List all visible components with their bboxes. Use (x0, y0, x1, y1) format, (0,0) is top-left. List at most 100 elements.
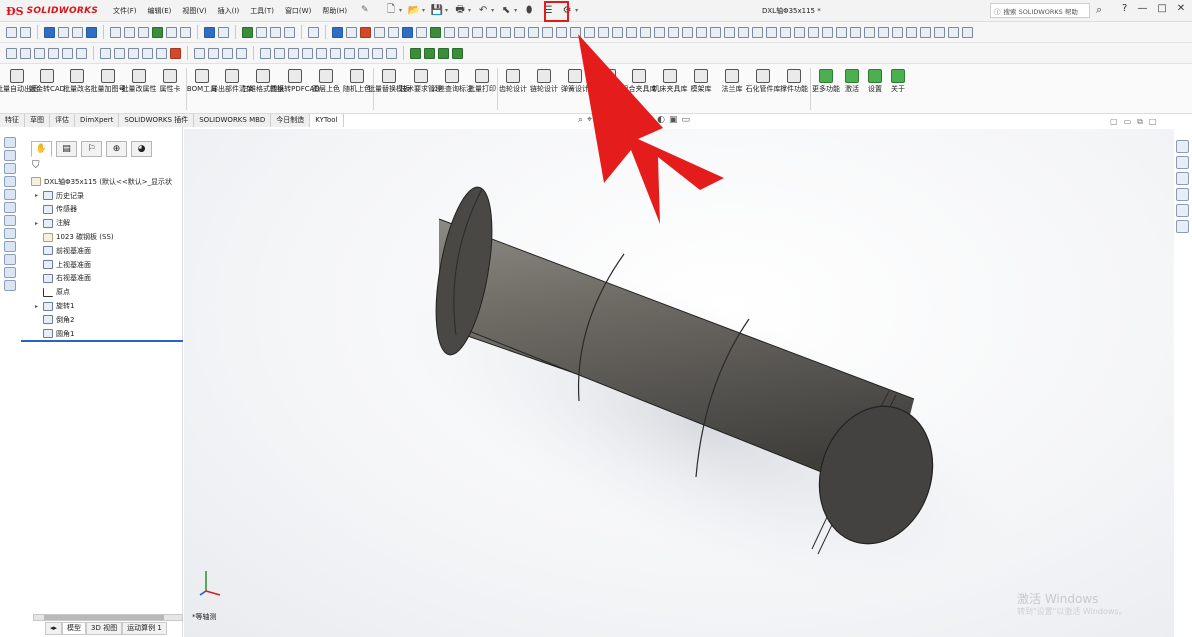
tab-today-manufacturing[interactable]: 今日制造 (271, 114, 311, 127)
rollback-bar[interactable] (21, 340, 183, 342)
ribbon-button-6[interactable]: 属性卡 (155, 69, 185, 94)
edit-icon[interactable] (48, 47, 59, 59)
appearance-icon[interactable] (86, 26, 97, 38)
kytool-icon-10[interactable] (458, 26, 469, 38)
kytool-icon-45[interactable] (948, 26, 959, 38)
standard-part-icon[interactable] (302, 47, 313, 59)
tree-item[interactable]: 前视基准面 (31, 244, 181, 258)
options-dropdown-icon[interactable]: ▾ (575, 7, 578, 14)
extrude-icon[interactable] (124, 26, 135, 38)
kytool-icon-2[interactable] (346, 26, 357, 38)
file-explorer-icon[interactable] (1176, 172, 1189, 185)
tab-dimxpert[interactable]: DimXpert (75, 114, 120, 127)
ribbon-button-19[interactable]: 弹簧设计 (560, 69, 590, 94)
menu-help[interactable]: 帮助(H) (322, 6, 347, 16)
mold-icon[interactable] (344, 47, 355, 59)
bom-icon[interactable] (100, 47, 111, 59)
kytool-icon-27[interactable] (696, 26, 707, 38)
kytool-icon-36[interactable] (822, 26, 833, 38)
kytool-icon-1[interactable] (332, 26, 343, 38)
display-style-icon[interactable]: ◩ (633, 115, 642, 125)
tab-motion-study[interactable]: 运动算例 1 (122, 622, 167, 635)
ribbon-button-24[interactable]: 法兰库 (717, 69, 747, 94)
ribbon-button-25[interactable]: 石化管件库 (746, 69, 781, 94)
copy-icon[interactable] (6, 47, 17, 59)
ribbon-button-23[interactable]: 模架库 (686, 69, 716, 94)
fillet-icon[interactable] (180, 26, 191, 38)
menu-file[interactable]: 文件(F) (113, 6, 137, 16)
ribbon-button-3[interactable]: 批量改名 (62, 69, 92, 94)
save-icon[interactable]: 💾 (430, 3, 444, 17)
kytool-icon-22[interactable] (626, 26, 637, 38)
view-settings-icon[interactable]: ▭ (681, 115, 690, 125)
kytool-icon-32[interactable] (766, 26, 777, 38)
menu-tools[interactable]: 工具(T) (250, 6, 274, 16)
ribbon-button-2[interactable]: 钣金转CAD (29, 69, 65, 94)
tab-evaluate[interactable]: 评估 (50, 114, 75, 127)
restore-button[interactable]: □ (1157, 3, 1166, 14)
ribbon-button-22[interactable]: 机床夹具库 (653, 69, 688, 94)
tolerance-icon[interactable] (222, 47, 233, 59)
tree-item[interactable]: 右视基准面 (31, 272, 181, 286)
kytool-icon-37[interactable] (836, 26, 847, 38)
requirement-icon[interactable] (208, 47, 219, 59)
kytool-icon-41[interactable] (892, 26, 903, 38)
ribbon-button-11[interactable]: 图层上色 (311, 69, 341, 94)
kytool-icon-23[interactable] (640, 26, 651, 38)
tab-kytool[interactable]: KYTool (310, 114, 344, 127)
tab-3d-view[interactable]: 3D 视图 (86, 622, 123, 635)
kytool-icon-46[interactable] (962, 26, 973, 38)
ribbon-button-4[interactable]: 批量加图号 (91, 69, 126, 94)
kytool-icon-35[interactable] (808, 26, 819, 38)
kytool-icon-43[interactable] (920, 26, 931, 38)
save-dropdown-icon[interactable]: ▾ (445, 7, 448, 14)
graphics-viewport[interactable] (184, 129, 1174, 637)
display-style-icon[interactable] (72, 26, 83, 38)
rebuild-icon[interactable]: ⬮ (522, 3, 536, 17)
viewport-dash-icon[interactable]: ▭ (1124, 117, 1132, 127)
design-library-icon[interactable] (1176, 156, 1189, 169)
model-icon[interactable] (4, 254, 16, 265)
print-icon[interactable]: 🖶 (453, 3, 467, 17)
kytool-icon-33[interactable] (780, 26, 791, 38)
tree-item[interactable]: ▸ 旋转1 (31, 299, 181, 313)
ribbon-button-21[interactable]: 组合夹具库 (622, 69, 657, 94)
kytool-icon-28[interactable] (710, 26, 721, 38)
expand-icon[interactable]: ▸ (35, 220, 43, 227)
property-icon[interactable] (76, 47, 87, 59)
kytool-icon-38[interactable] (850, 26, 861, 38)
feature-tool-icon[interactable] (110, 26, 121, 38)
section-view-icon[interactable] (58, 26, 69, 38)
tree-item[interactable]: 传感器 (31, 203, 181, 217)
new-dropdown-icon[interactable]: ▾ (399, 7, 402, 14)
undo-dropdown-icon[interactable]: ▾ (491, 7, 494, 14)
tab-model[interactable]: 模型 (62, 622, 87, 635)
kytool-icon-8[interactable] (430, 26, 441, 38)
kytool-icon-39[interactable] (864, 26, 875, 38)
kytool-icon-12[interactable] (486, 26, 497, 38)
tab-sketch[interactable]: 草图 (25, 114, 50, 127)
pattern-icon[interactable] (166, 26, 177, 38)
scrollbar-thumb[interactable] (44, 615, 164, 620)
machine-fixture-icon[interactable] (330, 47, 341, 59)
menu-window[interactable]: 窗口(W) (285, 6, 311, 16)
configuration-manager-tab[interactable]: ⚐ (81, 141, 102, 157)
template-icon[interactable] (194, 47, 205, 59)
rename-icon[interactable] (62, 47, 73, 59)
kytool-icon-7[interactable] (416, 26, 427, 38)
print-dropdown-icon[interactable]: ▾ (468, 7, 471, 14)
dimxpert-manager-tab[interactable]: ⊕ (106, 141, 127, 157)
tree-item[interactable]: 原点 (31, 285, 181, 299)
notes-icon[interactable] (308, 26, 319, 38)
drawing-icon[interactable] (256, 26, 267, 38)
custom-properties-icon[interactable] (1176, 220, 1189, 233)
3d-view-icon[interactable] (4, 137, 16, 148)
property-manager-tab[interactable]: ▤ (56, 141, 77, 157)
tree-item[interactable]: 1023 碳钢板 (SS) (31, 230, 181, 244)
kytool-icon-15[interactable] (528, 26, 539, 38)
plane-icon[interactable] (4, 215, 16, 226)
tree-item[interactable]: 上视基准面 (31, 258, 181, 272)
ribbon-button-1[interactable]: 批量自动出图 (0, 69, 38, 94)
tab-features[interactable]: 特征 (0, 114, 25, 127)
tree-item[interactable]: ▸ 历史记录 (31, 189, 181, 203)
